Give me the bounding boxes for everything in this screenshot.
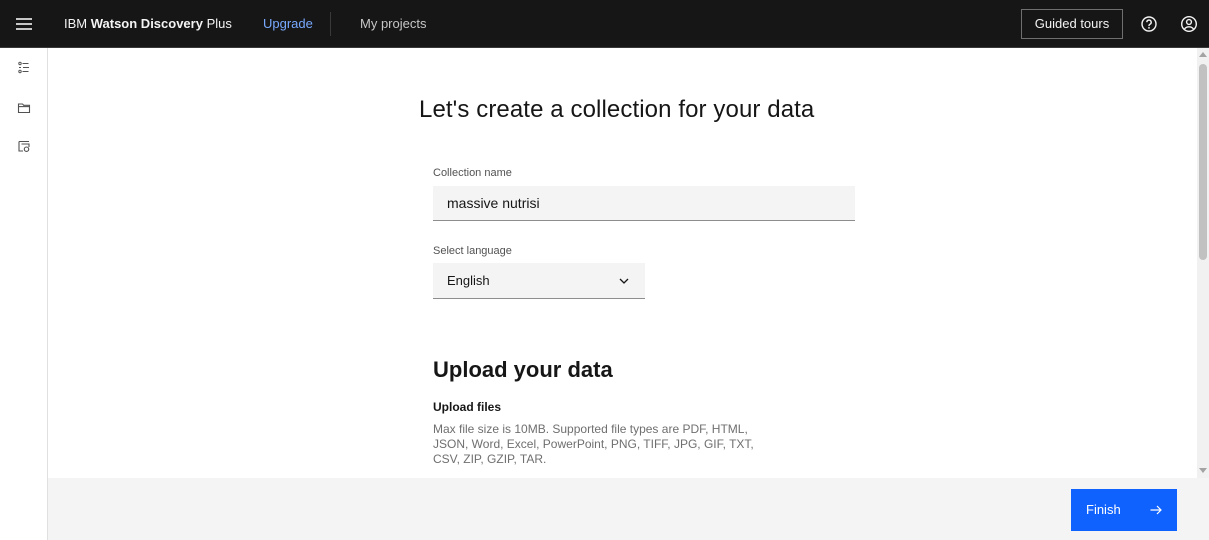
collection-name-input[interactable] xyxy=(433,186,855,221)
language-select[interactable]: English xyxy=(433,263,645,299)
brand-bold: Watson Discovery xyxy=(90,16,203,31)
upgrade-link[interactable]: Upgrade xyxy=(251,0,325,48)
collection-name-label: Collection name xyxy=(433,167,512,179)
scroll-down-arrow[interactable] xyxy=(1199,468,1207,473)
finish-button-label: Finish xyxy=(1086,502,1121,517)
brand-suffix: Plus xyxy=(202,16,232,31)
language-select-value: English xyxy=(447,273,490,288)
upload-help-text: Max file size is 10MB. Supported file ty… xyxy=(433,422,754,466)
user-profile-icon[interactable] xyxy=(1177,12,1201,36)
top-header: IBM Watson Discovery Plus Upgrade My pro… xyxy=(0,0,1209,48)
manage-data-icon[interactable] xyxy=(12,56,36,80)
folder-icon[interactable] xyxy=(12,96,36,120)
brand-prefix: IBM xyxy=(64,16,91,31)
menu-icon[interactable] xyxy=(12,12,36,36)
upload-files-heading: Upload files xyxy=(433,400,502,414)
side-rail xyxy=(0,48,48,540)
footer-bar: Finish xyxy=(48,478,1209,540)
language-label: Select language xyxy=(433,245,512,257)
scroll-thumb[interactable] xyxy=(1199,64,1207,260)
upload-section-title: Upload your data xyxy=(433,357,613,382)
scroll-up-arrow[interactable] xyxy=(1199,52,1207,57)
product-name[interactable]: IBM Watson Discovery Plus xyxy=(64,0,232,48)
guided-tours-button[interactable]: Guided tours xyxy=(1021,9,1123,39)
arrow-right-icon xyxy=(1150,505,1162,515)
help-icon[interactable] xyxy=(1137,12,1161,36)
scrollbar[interactable] xyxy=(1197,48,1209,478)
main-content: Let's create a collection for your data … xyxy=(48,48,1197,478)
page-title: Let's create a collection for your data xyxy=(419,96,815,123)
data-structure-icon[interactable] xyxy=(12,134,36,158)
header-divider xyxy=(330,12,331,36)
chevron-down-icon xyxy=(619,278,629,284)
my-projects-link[interactable]: My projects xyxy=(348,0,438,48)
finish-button[interactable]: Finish xyxy=(1071,489,1177,531)
